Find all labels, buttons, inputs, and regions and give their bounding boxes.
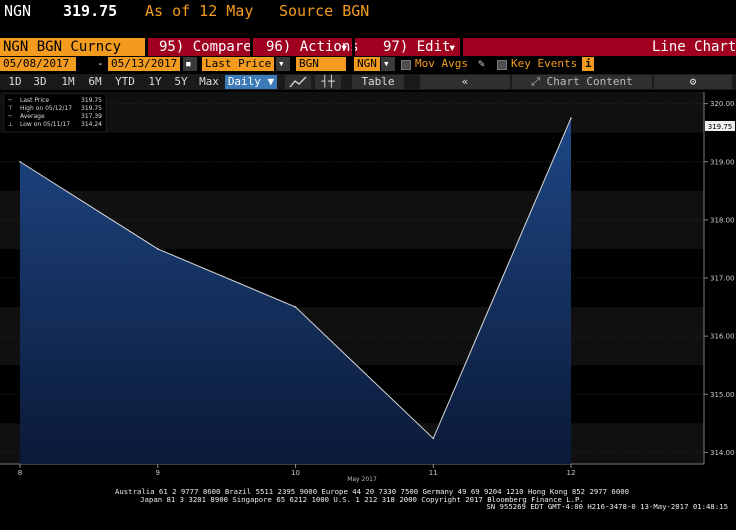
compare-button[interactable]: 95) Compare [159, 38, 252, 56]
chevron-down-icon[interactable]: ▾ [448, 39, 456, 57]
y-tick-label: 316.00 [710, 333, 735, 341]
currency-field[interactable]: NGN [354, 57, 380, 71]
y-tick-label: 315.00 [710, 391, 735, 399]
divider [352, 38, 355, 56]
chart-type-label[interactable]: Line Chart [652, 38, 736, 56]
legend-value: 314.24 [81, 121, 102, 128]
divider [250, 38, 253, 56]
data-point [570, 117, 572, 119]
range-button-max[interactable]: Max [196, 75, 222, 89]
date-range-dash: - [97, 57, 104, 70]
chevron-down-icon[interactable]: ▾ [381, 57, 395, 71]
y-tick-label: 319.00 [710, 158, 735, 166]
x-tick-label: 12 [567, 469, 576, 477]
chevron-down-icon[interactable]: ▾ [340, 39, 348, 57]
mov-avgs-checkbox[interactable] [401, 60, 411, 70]
last-value-label: 319.75 [708, 123, 733, 131]
x-axis-title: May 2017 [347, 476, 377, 483]
end-date-field[interactable]: 05/13/2017 [108, 57, 180, 71]
source-label: Source BGN [279, 2, 370, 20]
y-tick-label: 314.00 [710, 449, 735, 457]
parameter-row: 05/08/2017 - 05/13/2017 ▪ Last Price ▾ B… [0, 57, 736, 73]
x-tick-label: 8 [18, 469, 22, 477]
line-chart-icon[interactable] [285, 75, 311, 89]
key-events-label: Key Events [511, 57, 578, 70]
edit-button[interactable]: 97) Edit [383, 38, 450, 56]
footer: Australia 61 2 9777 8600 Brazil 5511 239… [115, 487, 728, 511]
pencil-icon[interactable]: ✎ [478, 57, 485, 71]
calendar-icon[interactable]: ▪ [183, 57, 197, 71]
range-button-1y[interactable]: 1Y [144, 75, 166, 89]
y-tick-label: 320.00 [710, 100, 735, 108]
chart-content-label: Chart Content [546, 75, 633, 88]
chart-legend: ─ Last Price 319.75 ⊤ High on 05/12/17 319.75… [3, 93, 107, 133]
key-events-checkbox[interactable] [497, 60, 507, 70]
legend-marker-icon: ⊥ [8, 121, 13, 128]
chart-content-button[interactable]: ⤢ Chart Content [512, 75, 652, 89]
legend-label: Last Price [20, 97, 49, 104]
ticker-label: NGN [4, 2, 32, 20]
y-tick-label: 318.00 [710, 216, 735, 224]
legend-value: 319.75 [81, 97, 102, 104]
line-chart-icon-glyph [289, 76, 307, 88]
data-point [156, 248, 159, 250]
data-point [432, 437, 435, 440]
field-select[interactable]: Last Price [202, 57, 274, 71]
info-icon[interactable]: i [582, 57, 594, 71]
range-button-1d[interactable]: 1D [4, 75, 26, 89]
function-bar: NGN BGN Curncy 95) Compare 96) Actions ▾… [0, 38, 736, 56]
y-axis: 314.00 315.00 316.00 317.00 318.00 319.00 320.… [703, 92, 735, 464]
range-button-3d[interactable]: 3D [29, 75, 51, 89]
x-tick-label: 10 [291, 469, 300, 477]
y-tick-label: 317.00 [710, 275, 735, 283]
header-bar: NGN 319.75 As of 12 May Source BGN [0, 0, 736, 24]
price-chart: 314.00 315.00 316.00 317.00 318.00 319.00 320.… [0, 92, 735, 511]
range-button-5y[interactable]: 5Y [170, 75, 192, 89]
security-title[interactable]: NGN BGN Curncy [0, 38, 145, 56]
mov-avgs-label: Mov Avgs [415, 57, 468, 70]
legend-label: Low on 05/11/17 [20, 121, 70, 128]
data-point [294, 306, 297, 308]
legend-value: 319.75 [81, 105, 102, 112]
source-field[interactable]: BGN [296, 57, 346, 71]
legend-label: Average [20, 113, 45, 120]
last-value-marker: 319.75 [705, 121, 735, 131]
divider [460, 38, 463, 56]
expand-icon: ⤢ [531, 75, 547, 88]
legend-marker-icon: ⊤ [8, 105, 13, 112]
divider [145, 38, 148, 56]
range-button-1m[interactable]: 1M [56, 75, 80, 89]
data-point [19, 160, 21, 163]
price-value: 319.75 [63, 2, 118, 20]
range-button-ytd[interactable]: YTD [111, 75, 139, 89]
gear-icon[interactable]: ⚙ [654, 75, 732, 89]
legend-value: 317.39 [81, 113, 102, 120]
legend-label: High on 05/12/17 [20, 105, 72, 112]
range-bar: 1D 3D 1M 6M YTD 1Y 5Y Max Daily ▼ ┤┼ Tab… [0, 74, 736, 90]
footer-line-3: SN 955269 EDT GMT-4:00 H216-3478-0 13-Ma… [486, 502, 728, 511]
x-tick-label: 11 [429, 469, 438, 477]
start-date-field[interactable]: 05/08/2017 [0, 57, 76, 71]
chevron-down-icon[interactable]: ▾ [276, 57, 290, 71]
legend-marker-icon: ─ [7, 97, 12, 104]
table-button[interactable]: Table [352, 75, 404, 89]
frequency-select[interactable]: Daily ▼ [225, 75, 277, 89]
range-button-6m[interactable]: 6M [83, 75, 107, 89]
candlestick-icon[interactable]: ┤┼ [315, 75, 341, 89]
legend-marker-icon: ─ [7, 113, 12, 120]
x-axis: 8 9 10 11 12 [18, 464, 576, 477]
x-tick-label: 9 [156, 469, 160, 477]
collapse-button[interactable]: « [420, 75, 510, 89]
as-of-label: As of 12 May [145, 2, 254, 20]
